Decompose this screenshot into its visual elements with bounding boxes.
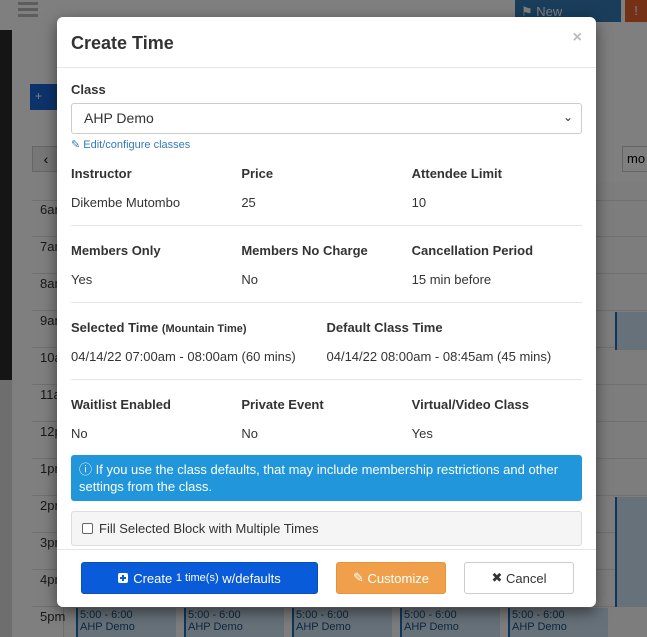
- info-alert-text: If you use the class defaults, that may …: [79, 462, 559, 494]
- create-button-label: Create: [133, 570, 173, 586]
- private-event-label: Private Event: [241, 397, 324, 412]
- close-icon: ✖: [491, 570, 503, 585]
- selected-time-label-text: Selected Time: [71, 320, 159, 335]
- class-select-value: AHP Demo: [84, 110, 154, 126]
- customize-button-label: Customize: [367, 570, 429, 586]
- create-count: 1 time(s): [175, 572, 219, 584]
- class-details-row-1: Instructor Dikembe Mutombo Price 25 Atte…: [71, 151, 582, 226]
- members-only-value: Yes: [71, 272, 93, 287]
- plus-square-icon: [118, 573, 129, 583]
- cancellation-label: Cancellation Period: [411, 243, 534, 258]
- selected-time-label: Selected Time (Mountain Time): [71, 320, 327, 335]
- create-button[interactable]: Create 1 time(s) w/defaults: [81, 562, 318, 594]
- selected-time-value: 04/14/22 07:00am - 08:00am (60 mins): [71, 349, 296, 364]
- cancel-button-label: Cancel: [506, 570, 547, 586]
- attendee-limit-label: Attendee Limit: [411, 166, 502, 181]
- waitlist-label: Waitlist Enabled: [71, 397, 171, 412]
- customize-button[interactable]: ✎ Customize: [336, 562, 446, 594]
- fill-block-option: Fill Selected Block with Multiple Times: [71, 511, 582, 546]
- waitlist-cell: Waitlist Enabled No: [71, 397, 241, 441]
- default-time-value: 04/14/22 08:00am - 08:45am (45 mins): [326, 349, 552, 364]
- class-label: Class: [71, 82, 106, 97]
- instructor-value: Dikembe Mutombo: [71, 195, 181, 210]
- virtual-class-label: Virtual/Video Class: [411, 397, 529, 412]
- attendee-limit-cell: Attendee Limit 10: [412, 166, 582, 210]
- edit-icon: ✎: [71, 139, 81, 151]
- attendee-limit-value: 10: [411, 195, 427, 210]
- fill-block-checkbox[interactable]: [82, 523, 93, 534]
- modal-body: Class AHP Demo ⌄ ✎ Edit/configure classe…: [57, 68, 596, 546]
- instructor-label: Instructor: [71, 166, 132, 181]
- class-details-row-3: Selected Time (Mountain Time) 04/14/22 0…: [71, 303, 582, 380]
- info-alert: ⓘ If you use the class defaults, that ma…: [71, 455, 582, 501]
- selected-time-cell: Selected Time (Mountain Time) 04/14/22 0…: [71, 320, 327, 364]
- edit-icon: ✎: [353, 570, 364, 585]
- private-event-value: No: [241, 426, 258, 441]
- create-button-suffix: w/defaults: [222, 570, 281, 586]
- edit-classes-link[interactable]: ✎ Edit/configure classes: [71, 138, 582, 151]
- default-time-label: Default Class Time: [326, 320, 443, 335]
- members-no-charge-value: No: [241, 272, 258, 287]
- create-time-modal: Create Time × Class AHP Demo ⌄ ✎ Edit/co…: [57, 17, 596, 607]
- chevron-down-icon: ⌄: [562, 110, 573, 124]
- price-value: 25: [241, 195, 256, 210]
- virtual-class-cell: Virtual/Video Class Yes: [412, 397, 582, 441]
- modal-footer: Create 1 time(s) w/defaults ✎ Customize …: [57, 549, 596, 607]
- fill-block-label[interactable]: Fill Selected Block with Multiple Times: [99, 521, 319, 536]
- class-details-row-4: Waitlist Enabled No Private Event No Vir…: [71, 380, 582, 441]
- cancellation-value: 15 min before: [411, 272, 492, 287]
- price-label: Price: [241, 166, 274, 181]
- info-icon: ⓘ: [79, 462, 93, 477]
- class-details-row-2: Members Only Yes Members No Charge No Ca…: [71, 226, 582, 303]
- modal-header: Create Time ×: [57, 17, 596, 68]
- class-select[interactable]: AHP Demo ⌄: [71, 103, 582, 134]
- price-cell: Price 25: [241, 166, 411, 210]
- virtual-class-value: Yes: [411, 426, 433, 441]
- modal-title: Create Time: [71, 33, 174, 53]
- timezone-note: (Mountain Time): [161, 323, 247, 335]
- edit-classes-link-text: Edit/configure classes: [83, 139, 191, 151]
- private-event-cell: Private Event No: [241, 397, 411, 441]
- close-icon[interactable]: ×: [573, 29, 582, 47]
- cancellation-cell: Cancellation Period 15 min before: [412, 243, 582, 287]
- instructor-cell: Instructor Dikembe Mutombo: [71, 166, 241, 210]
- cancel-button[interactable]: ✖ Cancel: [464, 562, 574, 594]
- waitlist-value: No: [71, 426, 88, 441]
- default-time-cell: Default Class Time 04/14/22 08:00am - 08…: [327, 320, 583, 364]
- members-no-charge-label: Members No Charge: [241, 243, 368, 258]
- members-only-cell: Members Only Yes: [71, 243, 241, 287]
- members-only-label: Members Only: [71, 243, 161, 258]
- members-no-charge-cell: Members No Charge No: [241, 243, 411, 287]
